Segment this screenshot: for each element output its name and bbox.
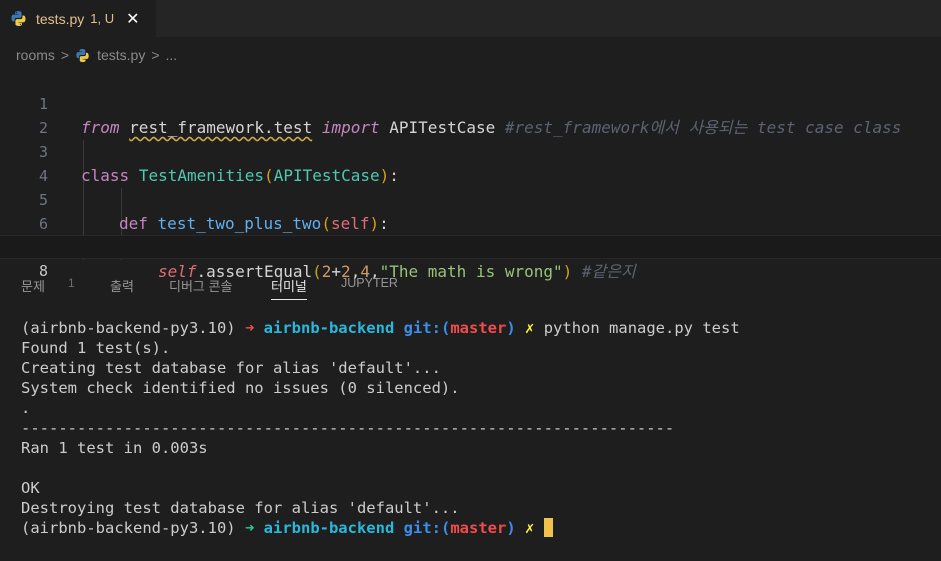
code-editor[interactable]: 1 from rest_framework.test import APITes… <box>0 68 941 281</box>
tab-debug-console[interactable]: 디버그 콘솔 <box>169 276 232 295</box>
chevron-right-icon: > <box>60 47 70 63</box>
terminal-line: Creating test database for alias 'defaul… <box>21 359 441 377</box>
code-line-2[interactable]: 2 <box>0 92 941 137</box>
terminal-prompt: (airbnb-backend-py3.10) ➜ airbnb-backend… <box>21 518 936 538</box>
terminal-line: ----------------------------------------… <box>21 419 675 437</box>
tab-problems[interactable]: 문제 <box>21 276 45 295</box>
tab-output[interactable]: 출력 <box>110 276 134 295</box>
tab-tests-py[interactable]: tests.py 1, U ✕ <box>0 0 156 37</box>
terminal-prompt: (airbnb-backend-py3.10) ➜ airbnb-backend… <box>21 318 936 338</box>
prompt-directory: airbnb-backend <box>263 519 395 537</box>
terminal-line: System check identified no issues (0 sil… <box>21 379 460 397</box>
code-line-3[interactable]: 3 class TestAmenities(APITestCase): <box>0 116 941 185</box>
python-icon <box>10 10 27 27</box>
terminal-cursor <box>543 518 553 537</box>
close-icon[interactable]: ✕ <box>126 9 139 29</box>
tab-terminal[interactable]: 터미널 <box>271 276 307 300</box>
git-label-close: ) <box>506 519 516 537</box>
tab-file-name: tests.py <box>36 10 85 27</box>
code-line-1[interactable]: 1 from rest_framework.test import APITes… <box>0 68 941 137</box>
terminal-line: Found 1 test(s). <box>21 339 171 357</box>
git-label: git:( <box>403 319 451 337</box>
prompt-directory: airbnb-backend <box>263 319 395 337</box>
git-label: git:( <box>403 519 451 537</box>
tab-git-status: 1, U <box>90 11 115 26</box>
git-branch: master <box>450 319 507 337</box>
code-line-7[interactable]: 7 self.assertEqual(2+2,4,"The math is wr… <box>0 212 941 281</box>
python-icon <box>75 48 90 63</box>
breadcrumb-more[interactable]: ... <box>166 47 178 63</box>
dirty-mark-icon: ✗ <box>525 319 535 337</box>
code-line-4[interactable]: 4 <box>0 140 941 185</box>
terminal-command: python manage.py test <box>543 319 740 337</box>
venv-name: (airbnb-backend-py3.10) <box>21 519 245 537</box>
tab-jupyter[interactable]: JUPYTER <box>341 276 398 290</box>
venv-name: (airbnb-backend-py3.10) <box>21 319 245 337</box>
dirty-mark-icon: ✗ <box>525 519 535 537</box>
terminal-output[interactable]: (airbnb-backend-py3.10) ➜ airbnb-backend… <box>21 318 936 538</box>
panel-tab-bar: 문제 1 출력 디버그 콘솔 터미널 JUPYTER <box>0 270 941 300</box>
breadcrumb-folder[interactable]: rooms <box>16 47 55 63</box>
git-branch: master <box>450 519 507 537</box>
terminal-line: Ran 1 test in 0.003s <box>21 439 208 457</box>
git-label-close: ) <box>506 319 516 337</box>
terminal-line: . <box>21 399 31 417</box>
editor-tab-bar: tests.py 1, U ✕ <box>0 0 941 37</box>
code-line-5[interactable]: 5 def test_two_plus_two(self): <box>0 164 941 233</box>
chevron-right-icon: > <box>151 47 160 63</box>
breadcrumb-file[interactable]: tests.py <box>97 47 145 63</box>
problems-count-badge: 1 <box>68 276 75 290</box>
code-line-8[interactable]: 8 <box>0 235 941 280</box>
arrow-right-icon: ➜ <box>244 519 255 537</box>
breadcrumb: rooms > tests.py > ... <box>16 44 177 66</box>
arrow-right-icon: ➜ <box>244 319 255 337</box>
code-line-6[interactable]: 6 <box>0 188 941 233</box>
terminal-line: OK <box>21 479 40 497</box>
terminal-line: Destroying test database for alias 'defa… <box>21 499 460 517</box>
